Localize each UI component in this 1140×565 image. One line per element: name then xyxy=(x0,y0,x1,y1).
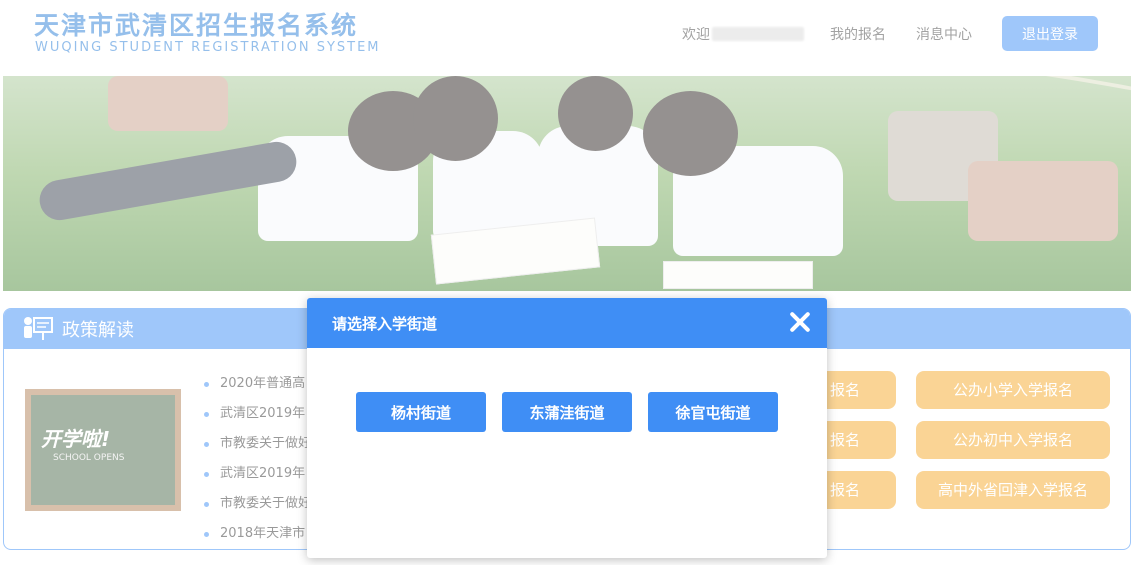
street-option-dongpuwa[interactable]: 东蒲洼街道 xyxy=(502,392,632,432)
street-select-modal: 请选择入学街道 杨村街道 东蒲洼街道 徐官屯街道 xyxy=(307,298,827,558)
close-icon[interactable] xyxy=(789,311,811,333)
street-option-yangcun[interactable]: 杨村街道 xyxy=(356,392,486,432)
modal-header: 请选择入学街道 xyxy=(307,298,827,348)
modal-title: 请选择入学街道 xyxy=(332,314,438,333)
street-option-xuguantun[interactable]: 徐官屯街道 xyxy=(648,392,778,432)
